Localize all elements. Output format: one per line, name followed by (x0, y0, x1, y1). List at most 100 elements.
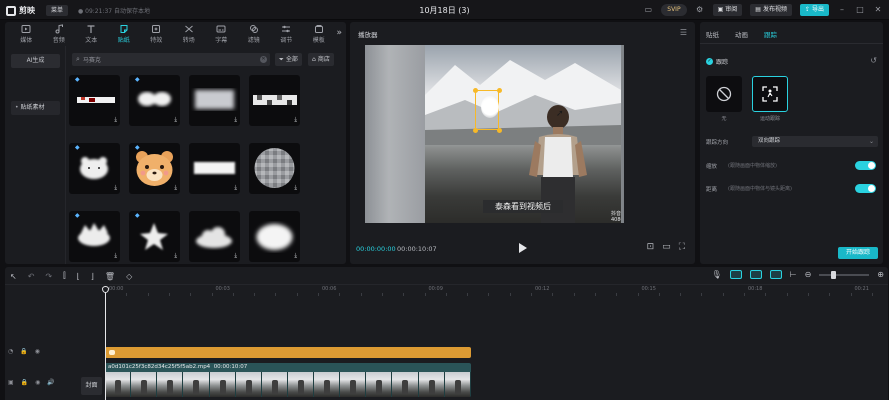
sticker-clip[interactable] (105, 347, 471, 358)
download-icon[interactable]: ⤓ (174, 252, 177, 260)
scale-toggle[interactable] (855, 161, 876, 170)
distance-toggle[interactable] (855, 184, 876, 193)
effects-icon (152, 25, 161, 33)
menu-button[interactable]: 菜单 (46, 5, 68, 16)
sidebar-item-sticker-assets[interactable]: 贴纸素材 (11, 101, 60, 115)
microphone-icon[interactable]: 🎙 (711, 270, 721, 279)
svip-badge[interactable]: SVIP (661, 4, 687, 16)
preview-canvas[interactable]: 泰森看到视频后 ♪抖音 抖音号: 40806235687 ➚ (365, 45, 624, 223)
select-cursor-icon[interactable]: ↖ (10, 272, 17, 281)
play-icon[interactable] (519, 243, 527, 253)
tab-sticker-settings[interactable]: 贴纸 (706, 29, 719, 39)
sticker-search[interactable]: ⌕ ✕ (72, 53, 270, 66)
sticker-mosaic-circle-preview (254, 148, 295, 188)
tracking-checkbox[interactable]: ✓ 跟踪 (706, 57, 728, 66)
download-icon[interactable]: ⤓ (114, 252, 117, 260)
track-type-icon[interactable]: ▣ (8, 379, 14, 386)
zoom-slider[interactable] (819, 270, 870, 279)
resize-handle[interactable] (473, 88, 478, 93)
lock-icon[interactable]: 🔒 (20, 348, 27, 355)
tab-sticker[interactable]: 贴纸 (108, 22, 141, 46)
asset-panel: 媒体 音频 文本 贴纸 特效 转场 字幕 滤镜 调节 模板 » AI生成 • 贴… (5, 22, 346, 264)
player-menu-icon[interactable]: ☰ (680, 28, 687, 37)
audio-mute-icon[interactable]: 🔊 (47, 379, 54, 386)
review-button[interactable]: ▣ 审阅 (712, 4, 743, 16)
tab-transition[interactable]: 转场 (173, 22, 206, 46)
start-tracking-button[interactable]: 开始跟踪 (837, 247, 878, 259)
video-clip[interactable]: a0d101c25f3c82d34c25f5f5ab2.mp4 00:00:10… (105, 363, 471, 397)
tab-effects[interactable]: 特效 (140, 22, 173, 46)
split-right-icon[interactable]: ⌋ (91, 272, 94, 281)
download-icon[interactable]: ⤓ (234, 184, 237, 192)
tab-subtitle[interactable]: 字幕 (205, 22, 238, 46)
clear-search-icon[interactable]: ✕ (260, 56, 267, 63)
resize-handle[interactable] (473, 128, 478, 133)
publish-button[interactable]: ▤ 发布视频 (750, 4, 792, 16)
tab-tracking[interactable]: 跟踪 (764, 29, 777, 39)
store-button[interactable]: ⌂ 商店 (308, 53, 334, 66)
download-icon[interactable]: ⤓ (114, 116, 117, 124)
tracking-option-none[interactable] (706, 76, 742, 112)
zoom-in-icon[interactable]: ⊕ (877, 270, 884, 279)
lock-icon[interactable]: 🔒 (21, 379, 28, 386)
aspect-ratio-icon[interactable]: ▭ (662, 242, 671, 252)
resize-handle[interactable] (497, 128, 502, 133)
zoom-slider-knob[interactable] (831, 270, 837, 279)
download-icon[interactable]: ⤓ (114, 184, 117, 192)
redo-icon[interactable]: ↷ (45, 272, 52, 281)
settings-icon[interactable]: ⚙ (695, 4, 705, 16)
tab-adjust[interactable]: 调节 (270, 22, 303, 46)
close-icon[interactable]: ✕ (873, 4, 883, 16)
download-icon[interactable]: ⤓ (294, 184, 297, 192)
maximize-icon[interactable]: □ (855, 4, 865, 16)
magnet-toggle[interactable] (729, 270, 742, 279)
sticker-tile[interactable]: ⤓ (189, 75, 240, 126)
link-toggle[interactable] (749, 270, 762, 279)
reset-icon[interactable]: ↺ (870, 56, 877, 65)
filter-all-button[interactable]: ⏷ 全部 (275, 53, 302, 66)
zoom-out-icon[interactable]: ⊖ (805, 270, 812, 279)
download-icon[interactable]: ⤓ (294, 116, 297, 124)
playhead[interactable] (105, 287, 106, 400)
eye-icon[interactable]: ◉ (35, 348, 40, 355)
sticker-tile[interactable]: ⤓ (189, 143, 240, 194)
tab-template[interactable]: 模板 (303, 22, 336, 46)
sticker-tile[interactable]: ⤓ (249, 211, 300, 262)
sticker-tile[interactable]: ⤓ (249, 143, 300, 194)
sidebar-item-ai-generate[interactable]: AI生成 (11, 54, 60, 68)
tab-animation[interactable]: 动画 (735, 29, 748, 39)
sticker-tile[interactable]: ⤓ (189, 211, 240, 262)
cover-button[interactable]: 封面 (81, 377, 102, 395)
fullscreen-icon[interactable]: ⛶ (679, 242, 685, 252)
download-icon[interactable]: ⤓ (234, 252, 237, 260)
more-tabs-icon[interactable]: » (336, 28, 342, 38)
minimize-icon[interactable]: – (837, 4, 847, 16)
eye-icon[interactable]: ◉ (35, 379, 40, 386)
direction-select[interactable]: 双向跟踪 ⌄ (752, 136, 878, 147)
fit-screen-icon[interactable]: ⊡ (647, 242, 655, 252)
time-ruler[interactable]: 00:00 00:03 00:06 00:09 00:12 00:15 00:18 00:21 (105, 286, 888, 296)
search-input[interactable] (82, 56, 253, 63)
download-icon[interactable]: ⤓ (294, 252, 297, 260)
layout-icon[interactable]: ▭ (643, 4, 653, 16)
tab-audio[interactable]: 音频 (43, 22, 76, 46)
download-icon[interactable]: ⤓ (174, 184, 177, 192)
download-icon[interactable]: ⤓ (174, 116, 177, 124)
tab-media[interactable]: 媒体 (10, 22, 43, 46)
resize-handle[interactable] (497, 88, 502, 93)
split-left-icon[interactable]: ⌊ (77, 272, 80, 281)
split-icon[interactable]: ⫿ (63, 271, 66, 281)
visibility-icon[interactable]: ◔ (8, 348, 13, 355)
export-button[interactable]: ⇪ 导出 (799, 4, 829, 16)
tab-text[interactable]: 文本 (75, 22, 108, 46)
delete-icon[interactable]: 🗑 (105, 272, 115, 281)
undo-icon[interactable]: ↶ (28, 272, 35, 281)
keyframe-icon[interactable]: ◇ (126, 272, 132, 281)
preview-axis-toggle[interactable] (769, 270, 782, 279)
sticker-tile[interactable]: ⤓ (249, 75, 300, 126)
tab-filter[interactable]: 滤镜 (238, 22, 271, 46)
align-icon[interactable]: ⊢ (790, 270, 797, 279)
mosaic-sticker[interactable] (481, 96, 499, 118)
tracking-option-motion[interactable] (752, 76, 788, 112)
download-icon[interactable]: ⤓ (234, 116, 237, 124)
